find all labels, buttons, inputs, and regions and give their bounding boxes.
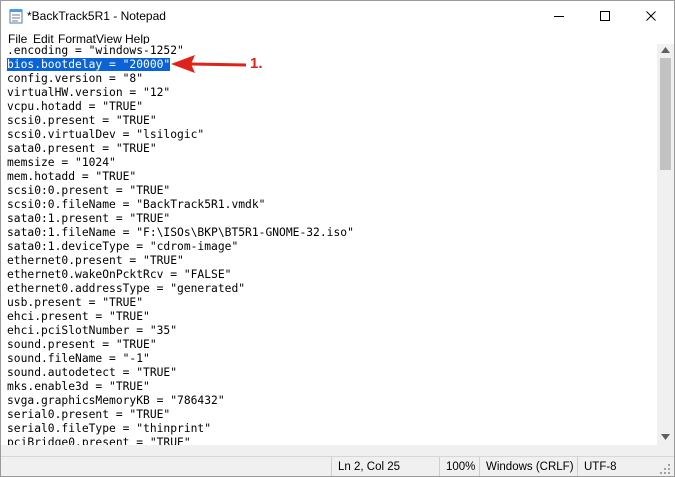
annotation-label: 1.: [250, 55, 263, 72]
title-bar[interactable]: *BackTrack5R1 - Notepad: [1, 1, 674, 31]
text-line[interactable]: sound.present = "TRUE": [7, 338, 657, 352]
minimize-icon: [554, 16, 564, 17]
text-line[interactable]: .encoding = "windows-1252": [7, 44, 657, 58]
text-line[interactable]: mks.enable3d = "TRUE": [7, 380, 657, 394]
text-line[interactable]: config.version = "8": [7, 72, 657, 86]
resize-grip-icon[interactable]: [659, 463, 671, 475]
cursor-position: Ln 2, Col 25: [331, 457, 434, 476]
text-line[interactable]: ethernet0.addressType = "generated": [7, 282, 657, 296]
text-line[interactable]: svga.graphicsMemoryKB = "786432": [7, 394, 657, 408]
status-bar: Ln 2, Col 25 100% Windows (CRLF) UTF-8: [1, 456, 674, 476]
text-line[interactable]: sound.fileName = "-1": [7, 352, 657, 366]
text-line[interactable]: sata0:1.fileName = "F:\ISOs\BKP\BT5R1-GN…: [7, 226, 657, 240]
maximize-button[interactable]: [582, 1, 628, 31]
vertical-scroll-thumb[interactable]: [660, 58, 671, 170]
window-title: *BackTrack5R1 - Notepad: [27, 9, 166, 23]
text-line[interactable]: virtualHW.version = "12": [7, 86, 657, 100]
text-line[interactable]: sata0:1.deviceType = "cdrom-image": [7, 240, 657, 254]
close-icon: [646, 11, 656, 21]
maximize-icon: [600, 11, 610, 21]
editor-text[interactable]: .encoding = "windows-1252" bios.bootdelay…: [1, 44, 657, 445]
scroll-up-arrow-icon[interactable]: [661, 47, 670, 53]
annotation-arrow-icon: [171, 55, 247, 73]
minimize-button[interactable]: [536, 1, 582, 31]
text-line[interactable]: serial0.present = "TRUE": [7, 408, 657, 422]
notepad-icon: [9, 9, 23, 24]
zoom-level: 100%: [439, 457, 480, 476]
vertical-scrollbar[interactable]: [657, 44, 674, 445]
text-line[interactable]: scsi0.present = "TRUE": [7, 114, 657, 128]
file-encoding: UTF-8: [577, 457, 654, 476]
text-line[interactable]: sata0.present = "TRUE": [7, 142, 657, 156]
text-line[interactable]: usb.present = "TRUE": [7, 296, 657, 310]
text-line[interactable]: serial0.fileType = "thinprint": [7, 422, 657, 436]
text-line[interactable]: ehci.pciSlotNumber = "35": [7, 324, 657, 338]
text-line[interactable]: ethernet0.present = "TRUE": [7, 254, 657, 268]
close-button[interactable]: [628, 1, 674, 31]
text-line[interactable]: sata0:1.present = "TRUE": [7, 212, 657, 226]
selected-text[interactable]: bios.bootdelay = "20000": [7, 58, 171, 71]
text-line[interactable]: pciBridge0.present = "TRUE": [7, 436, 657, 445]
text-line[interactable]: sound.autodetect = "TRUE": [7, 366, 657, 380]
scroll-down-arrow-icon[interactable]: [661, 434, 670, 440]
text-line[interactable]: scsi0.virtualDev = "lsilogic": [7, 128, 657, 142]
text-line[interactable]: scsi0:0.fileName = "BackTrack5R1.vmdk": [7, 198, 657, 212]
text-line[interactable]: ethernet0.wakeOnPcktRcv = "FALSE": [7, 268, 657, 282]
text-line[interactable]: bios.bootdelay = "20000": [7, 58, 657, 72]
text-line[interactable]: scsi0:0.present = "TRUE": [7, 184, 657, 198]
line-ending: Windows (CRLF): [479, 457, 574, 476]
text-line[interactable]: vcpu.hotadd = "TRUE": [7, 100, 657, 114]
text-line[interactable]: ehci.present = "TRUE": [7, 310, 657, 324]
text-line[interactable]: mem.hotadd = "TRUE": [7, 170, 657, 184]
text-line[interactable]: memsize = "1024": [7, 156, 657, 170]
text-editor[interactable]: .encoding = "windows-1252" bios.bootdelay…: [1, 44, 657, 445]
notepad-window: *BackTrack5R1 - Notepad File Edit Format…: [0, 0, 675, 477]
